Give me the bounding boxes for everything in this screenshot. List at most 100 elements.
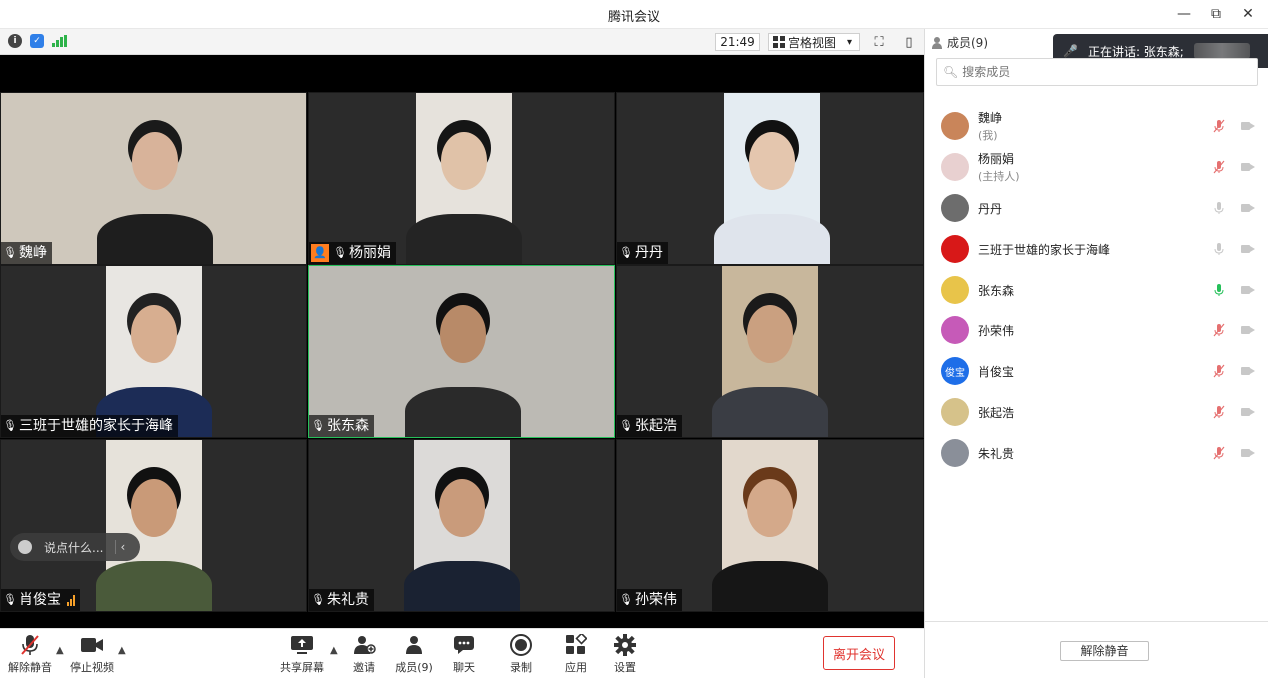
meeting-top-toolbar: i ✓ 21:49 宫格视图 ▾ ⛶ ▯	[0, 29, 924, 55]
member-name-block: 丹丹	[978, 200, 1002, 217]
record-button[interactable]: 录制	[495, 633, 547, 675]
share-screen-button[interactable]: 共享屏幕	[276, 633, 328, 675]
signal-icon[interactable]	[51, 34, 67, 48]
camera-icon[interactable]	[1241, 325, 1255, 335]
video-feed	[714, 93, 830, 264]
video-tile[interactable]: 🎙 孙荣伟	[616, 439, 924, 612]
members-panel-header: 成员(9)	[931, 34, 988, 51]
video-tile[interactable]: 👤 🎙 杨丽娟	[308, 92, 615, 265]
mic-muted-icon[interactable]	[1213, 160, 1225, 178]
mic-icon[interactable]	[1213, 201, 1225, 219]
mic-muted-icon[interactable]	[1213, 119, 1225, 137]
avatar	[941, 194, 969, 222]
mic-muted-icon[interactable]	[1213, 405, 1225, 423]
video-tile[interactable]: 🎙 丹丹	[616, 92, 924, 265]
apps-button[interactable]: 应用	[550, 633, 602, 675]
member-row[interactable]: 张东森	[941, 272, 1259, 308]
minimize-button[interactable]: —	[1170, 2, 1198, 26]
meeting-bottom-toolbar: 解除静音 ▲ 停止视频 ▲ 共享屏幕 ▲ 邀请 成员(9) 聊天 录制 应用 设…	[0, 628, 924, 678]
member-search[interactable]: 🔍︎	[936, 58, 1258, 86]
participant-name-label: 🎙 张东森	[309, 415, 374, 437]
member-name-block: 三班于世雄的家长于海峰	[978, 241, 1110, 258]
mic-muted-icon[interactable]	[1213, 446, 1225, 464]
avatar	[941, 153, 969, 181]
member-row[interactable]: 杨丽娟 (主持人)	[941, 149, 1259, 185]
mic-icon[interactable]	[1213, 242, 1225, 260]
status-icons: i ✓	[8, 34, 67, 48]
audio-options-chevron-icon[interactable]: ▲	[56, 645, 64, 656]
member-row[interactable]: 魏峥 (我)	[941, 108, 1259, 144]
emoji-icon[interactable]	[18, 540, 32, 554]
video-camera-icon	[79, 633, 105, 657]
members-count: 成员(9)	[947, 36, 988, 50]
chat-button[interactable]: 聊天	[438, 633, 490, 675]
close-button[interactable]: ✕	[1234, 2, 1262, 26]
mic-active-icon[interactable]	[1213, 283, 1225, 301]
member-name-block: 孙荣伟	[978, 322, 1014, 339]
share-options-chevron-icon[interactable]: ▲	[330, 645, 338, 656]
video-options-chevron-icon[interactable]: ▲	[118, 645, 126, 656]
camera-icon[interactable]	[1241, 244, 1255, 254]
collapse-chat-icon[interactable]: ‹	[120, 540, 125, 554]
fullscreen-icon[interactable]: ⛶	[870, 33, 888, 51]
leave-meeting-button[interactable]: 离开会议	[823, 636, 895, 670]
participant-name-label: 🎙 孙荣伟	[617, 589, 682, 611]
record-icon	[508, 633, 534, 657]
camera-icon[interactable]	[1241, 121, 1255, 131]
signal-icon	[66, 594, 75, 606]
members-panel: 成员(9) 🎤 正在讲话: 张东森; 🔍︎ 魏峥 (我) 杨丽娟 (主持人) 丹丹三班于…	[924, 29, 1268, 678]
video-feed	[404, 440, 520, 611]
member-row[interactable]: 三班于世雄的家长于海峰	[941, 231, 1259, 267]
chevron-down-icon: ▾	[847, 36, 853, 48]
gear-icon	[612, 633, 638, 657]
view-mode-dropdown[interactable]: 宫格视图 ▾	[768, 33, 860, 51]
participant-name-label: 👤 🎙 杨丽娟	[309, 242, 396, 264]
info-icon[interactable]: i	[8, 34, 22, 48]
avatar	[941, 112, 969, 140]
video-tile[interactable]: 🎙 朱礼贵	[308, 439, 615, 612]
share-screen-icon	[289, 633, 315, 657]
member-row[interactable]: 朱礼贵	[941, 435, 1259, 471]
unmute-all-button[interactable]: 解除静音	[1060, 641, 1149, 661]
stop-video-button[interactable]: 停止视频	[66, 633, 118, 675]
chat-icon	[451, 633, 477, 657]
camera-icon[interactable]	[1241, 407, 1255, 417]
mic-muted-icon[interactable]	[1213, 323, 1225, 341]
sidebar-toggle-icon[interactable]: ▯	[900, 33, 918, 51]
member-name-block: 张东森	[978, 282, 1014, 299]
video-tile[interactable]: 🎙 张东森	[308, 265, 615, 438]
member-name: 丹丹	[978, 201, 1003, 216]
member-row[interactable]: 丹丹	[941, 190, 1259, 226]
mic-muted-icon[interactable]	[1213, 364, 1225, 382]
video-tile[interactable]: 🎙 肖俊宝	[0, 439, 307, 612]
camera-icon[interactable]	[1241, 285, 1255, 295]
unmute-button[interactable]: 解除静音	[4, 633, 56, 675]
settings-button[interactable]: 设置	[599, 633, 651, 675]
quick-chat-input[interactable]: 说点什么... ‹	[10, 533, 140, 561]
apps-label: 应用	[565, 661, 587, 674]
mic-icon: 🎙	[311, 419, 325, 432]
restore-button[interactable]: ⧉	[1202, 2, 1230, 26]
mic-icon: 🎙	[619, 593, 633, 606]
members-button[interactable]: 成员(9)	[388, 633, 440, 675]
video-tile[interactable]: 🎙 三班于世雄的家长于海峰	[0, 265, 307, 438]
member-row[interactable]: 张起浩	[941, 394, 1259, 430]
search-input[interactable]	[962, 65, 1243, 79]
participant-name-label: 🎙 肖俊宝	[1, 589, 80, 611]
camera-icon[interactable]	[1241, 448, 1255, 458]
member-row[interactable]: 俊宝 肖俊宝	[941, 353, 1259, 389]
camera-icon[interactable]	[1241, 366, 1255, 376]
participant-name: 朱礼贵	[326, 592, 369, 608]
avatar	[941, 398, 969, 426]
video-tile[interactable]: 🎙 魏峥	[0, 92, 307, 265]
mic-icon: 🎙	[619, 246, 633, 259]
camera-icon[interactable]	[1241, 203, 1255, 213]
mic-icon: 🎙	[3, 419, 17, 432]
participant-name-label: 🎙 朱礼贵	[309, 589, 374, 611]
shield-icon[interactable]: ✓	[30, 34, 44, 48]
video-tile[interactable]: 🎙 张起浩	[616, 265, 924, 438]
member-row[interactable]: 孙荣伟	[941, 312, 1259, 348]
members-panel-footer: 解除静音	[925, 621, 1268, 678]
invite-button[interactable]: 邀请	[338, 633, 390, 675]
camera-icon[interactable]	[1241, 162, 1255, 172]
